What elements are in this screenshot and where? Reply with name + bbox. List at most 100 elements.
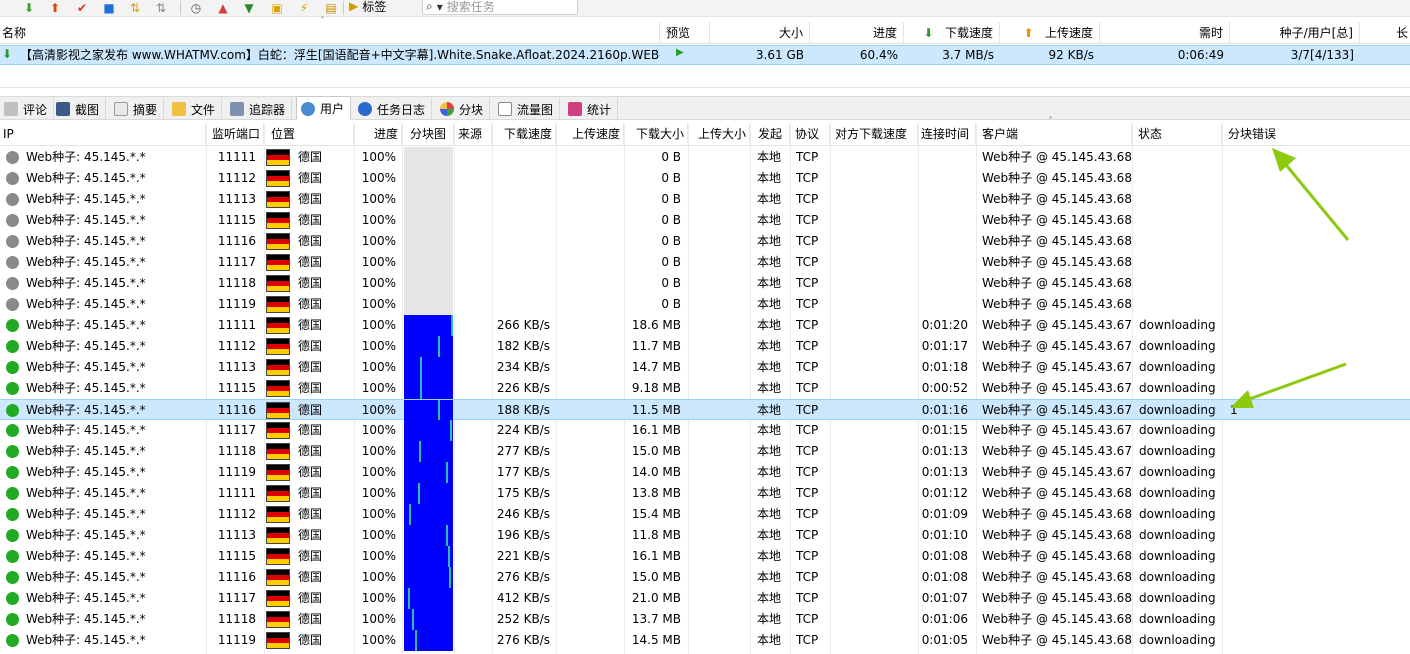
peer-row[interactable]: Web种子: 45.145.*.* 11113 德国 100% 0 B 本地 TCP Web种… — [0, 189, 1410, 210]
peer-active-icon — [6, 445, 19, 458]
piece-marker — [420, 357, 422, 378]
check-icon[interactable]: ✔ — [73, 0, 91, 15]
peer-row[interactable]: Web种子: 45.145.*.* 11111 德国 100% 0 B 本地 TCP Web种… — [0, 147, 1410, 168]
peer-row[interactable]: Web种子: 45.145.*.* 11118 德国 100% 252 KB/s 13.7… — [0, 609, 1410, 630]
peer-country: 德国 — [298, 360, 323, 374]
peer-row[interactable]: Web种子: 45.145.*.* 11115 德国 100% 226 KB/s 9.18… — [0, 378, 1410, 399]
col-progress-header[interactable]: 进度 — [810, 22, 904, 44]
tab-summary[interactable]: 摘要 — [110, 98, 165, 120]
col-client-header[interactable]: 客户端 — [976, 123, 1132, 146]
tab-graph[interactable]: 流量图 — [494, 98, 561, 120]
peer-row[interactable]: Web种子: 45.145.*.* 11117 德国 100% 0 B 本地 TCP Web种… — [0, 252, 1410, 273]
col-piecemap-header[interactable]: 分块图 — [402, 123, 454, 146]
peer-row[interactable]: Web种子: 45.145.*.* 11112 德国 100% 246 KB/s 15.4… — [0, 504, 1410, 525]
tab-comments[interactable]: 评论 — [0, 98, 55, 120]
col-eta-header[interactable]: 需时 — [1100, 22, 1230, 44]
tab-pieces[interactable]: 分块 — [436, 98, 491, 120]
col-seeds-header[interactable]: 种子/用户[总] — [1230, 22, 1360, 44]
rss-icon[interactable]: ▣ — [268, 0, 286, 15]
search-icon: ⌕ — [426, 0, 433, 13]
peer-row[interactable]: Web种子: 45.145.*.* 11115 德国 100% 221 KB/s 16.1… — [0, 546, 1410, 567]
peer-row[interactable]: Web种子: 45.145.*.* 11118 德国 100% 0 B 本地 TCP Web种… — [0, 273, 1410, 294]
peer-progress: 100% — [361, 381, 396, 395]
col-source-header[interactable]: 来源 — [454, 123, 492, 146]
tab-screenshots[interactable]: 截图 — [52, 98, 107, 120]
peer-row[interactable]: Web种子: 45.145.*.* 11116 德国 100% 0 B 本地 TCP Web种… — [0, 231, 1410, 252]
sort-icon[interactable]: ⇅ — [126, 0, 144, 15]
tag-button[interactable]: ▶ 标签 — [349, 0, 386, 14]
peer-row[interactable]: Web种子: 45.145.*.* 11111 德国 100% 175 KB/s 13.8… — [0, 483, 1410, 504]
play-preview-icon[interactable]: ▶ — [676, 47, 684, 58]
peer-row[interactable]: Web种子: 45.145.*.* 11115 德国 100% 0 B 本地 TCP Web种… — [0, 210, 1410, 231]
peer-port: 11115 — [217, 549, 256, 563]
col-origin-header[interactable]: 发起 — [750, 123, 790, 146]
peer-protocol: TCP — [796, 403, 819, 417]
bolt-icon[interactable]: ⚡ — [295, 0, 313, 15]
peer-row[interactable]: Web种子: 45.145.*.* 11113 德国 100% 196 KB/s 11.8… — [0, 525, 1410, 546]
peer-origin: 本地 — [757, 633, 782, 647]
peer-row[interactable]: Web种子: 45.145.*.* 11116 德国 100% 188 KB/s 11.5… — [0, 399, 1410, 421]
tab-log[interactable]: 任务日志 — [354, 98, 433, 120]
peer-row[interactable]: Web种子: 45.145.*.* 11111 德国 100% 266 KB/s 18.6… — [0, 315, 1410, 336]
col-name-header[interactable]: 名称 — [0, 22, 660, 44]
peer-piece-errors — [1230, 462, 1290, 483]
col-port-header[interactable]: 监听端口 — [206, 123, 264, 146]
col-piece-errors-header[interactable]: 分块错误 — [1222, 123, 1410, 146]
col-dlsize-header[interactable]: 下载大小 — [624, 123, 688, 146]
peer-country: 德国 — [298, 465, 323, 479]
col-dlspeed-header[interactable]: 下载速度 — [492, 123, 556, 146]
peer-protocol: TCP — [796, 591, 819, 605]
peer-piece-map — [404, 546, 453, 567]
peer-origin: 本地 — [757, 444, 782, 458]
upload-arrow-icon[interactable]: ⬆ — [46, 0, 64, 15]
col-extra-header[interactable]: 长 — [1360, 22, 1410, 44]
col-location-header[interactable]: 位置 — [264, 123, 354, 146]
peer-row[interactable]: Web种子: 45.145.*.* 11119 德国 100% 276 KB/s 14.5… — [0, 630, 1410, 651]
peer-progress: 100% — [361, 633, 396, 647]
move-down-icon[interactable]: ▼ — [240, 0, 258, 15]
tab-peers[interactable]: 用户 — [296, 96, 352, 120]
col-preview-header[interactable]: 预览 — [660, 22, 710, 44]
col-ulspeed-header[interactable]: ⬆ 上传速度 — [1000, 22, 1100, 44]
peer-dlsize: 14.5 MB — [631, 633, 681, 647]
peer-protocol: TCP — [796, 465, 819, 479]
search-input[interactable]: ⌕ ▾ 搜索任务 — [422, 0, 578, 15]
peer-origin: 本地 — [757, 234, 782, 248]
piece-marker — [438, 400, 440, 421]
file-icon[interactable]: ■ — [100, 0, 118, 15]
download-arrow-icon[interactable]: ⬇ — [20, 0, 38, 15]
col-status-header[interactable]: 状态 — [1132, 123, 1222, 146]
timer-icon[interactable]: ◷ — [187, 0, 205, 15]
col-ip-header[interactable]: IP — [0, 123, 206, 146]
torrent-row[interactable]: ⬇ 【高清影视之家发布 www.WHATMV.com】白蛇：浮生[国语配音+中文… — [0, 45, 1410, 65]
tab-trackers[interactable]: 追踪器 — [226, 98, 293, 120]
peer-row[interactable]: Web种子: 45.145.*.* 11112 德国 100% 0 B 本地 TCP Web种… — [0, 168, 1410, 189]
peer-piece-errors — [1230, 357, 1290, 378]
col-progress-header[interactable]: 进度 — [354, 123, 402, 146]
peer-row[interactable]: Web种子: 45.145.*.* 11117 德国 100% 224 KB/s 16.1… — [0, 420, 1410, 441]
col-conntime-header[interactable]: 连接时间 — [918, 123, 976, 146]
peer-row[interactable]: Web种子: 45.145.*.* 11119 德国 100% 0 B 本地 TCP Web种… — [0, 294, 1410, 315]
peer-row[interactable]: Web种子: 45.145.*.* 11119 德国 100% 177 KB/s 14.0… — [0, 462, 1410, 483]
peer-progress: 100% — [361, 570, 396, 584]
peer-protocol: TCP — [796, 612, 819, 626]
col-peer-dlspeed-header[interactable]: 对方下载速度 — [830, 123, 918, 146]
sort-alt-icon[interactable]: ⇅ — [152, 0, 170, 15]
peer-row[interactable]: Web种子: 45.145.*.* 11113 德国 100% 234 KB/s 14.7… — [0, 357, 1410, 378]
peer-protocol: TCP — [796, 318, 819, 332]
col-ulsize-header[interactable]: 上传大小 — [688, 123, 750, 146]
peer-row[interactable]: Web种子: 45.145.*.* 11118 德国 100% 277 KB/s 15.0… — [0, 441, 1410, 462]
col-dlspeed-header[interactable]: ⬇ 下载速度 — [904, 22, 1000, 44]
col-ulspeed-header[interactable]: 上传速度 — [556, 123, 624, 146]
peer-piece-errors — [1230, 630, 1290, 651]
peer-piece-map — [404, 609, 453, 630]
move-up-icon[interactable]: ▲ — [214, 0, 232, 15]
peer-row[interactable]: Web种子: 45.145.*.* 11116 德国 100% 276 KB/s 15.0… — [0, 567, 1410, 588]
col-size-header[interactable]: 大小 — [710, 22, 810, 44]
peer-row[interactable]: Web种子: 45.145.*.* 11117 德国 100% 412 KB/s 21.0… — [0, 588, 1410, 609]
tag-icon[interactable]: ▤ — [322, 0, 340, 15]
col-protocol-header[interactable]: 协议 — [790, 123, 830, 146]
tab-stats[interactable]: 统计 — [564, 98, 619, 120]
tab-files[interactable]: 文件 — [168, 98, 223, 120]
peer-row[interactable]: Web种子: 45.145.*.* 11112 德国 100% 182 KB/s 11.7… — [0, 336, 1410, 357]
